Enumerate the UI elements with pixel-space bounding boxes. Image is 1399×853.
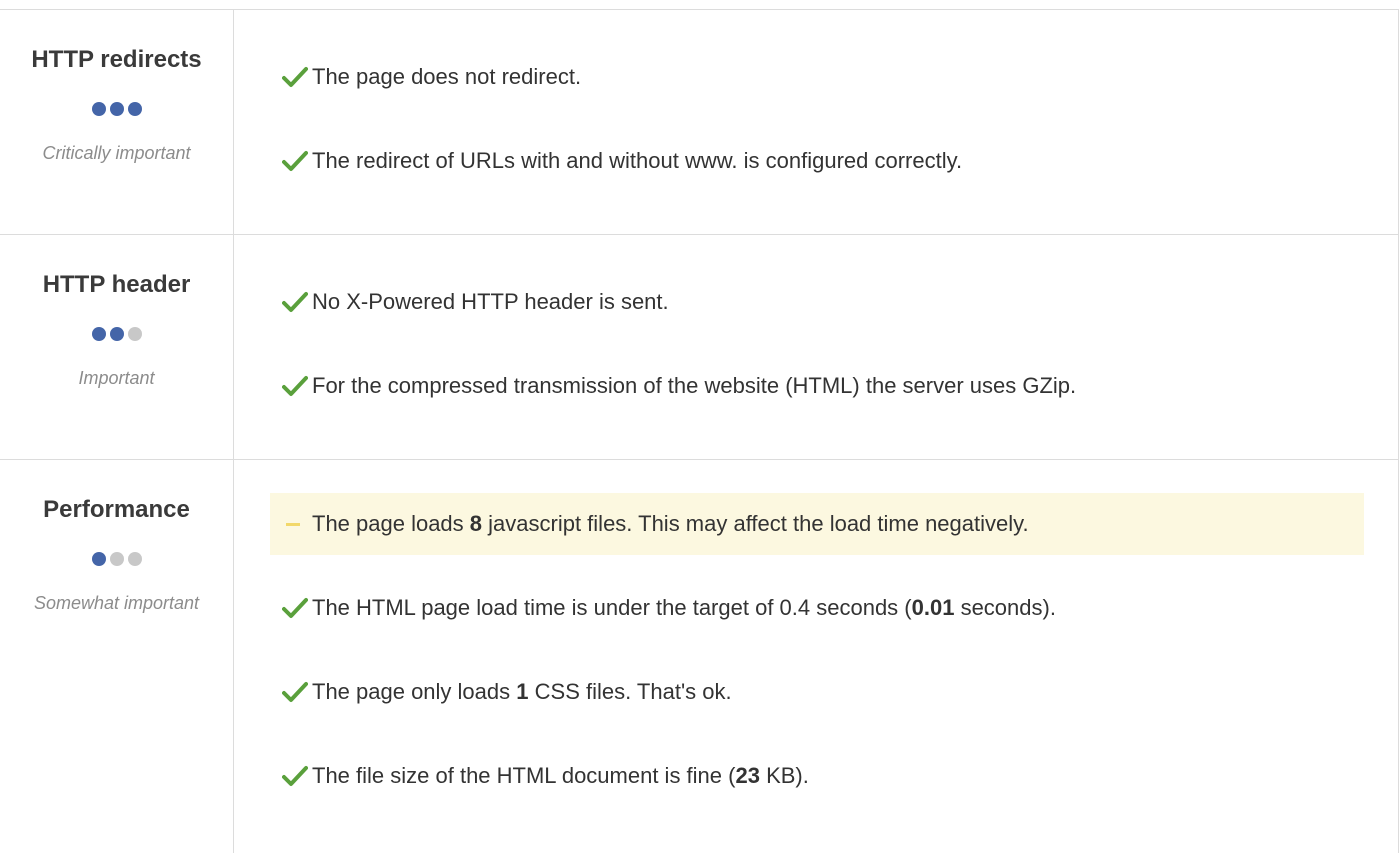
checkmark-icon [282, 150, 312, 172]
check-result-item: No X-Powered HTTP header is sent. [270, 271, 669, 333]
importance-dot-icon [91, 102, 106, 116]
category-panel: HTTP header Important [0, 235, 234, 460]
warning-dash-icon [282, 522, 312, 526]
importance-label: Critically important [42, 143, 191, 163]
category-title: HTTP redirects [31, 46, 202, 73]
check-result-item: The redirect of URLs with and without ww… [270, 130, 962, 192]
section-http-header: HTTP header Important No X-Powered HTTP … [0, 234, 1399, 460]
check-result-item: The HTML page load time is under the tar… [270, 577, 1056, 639]
importance-dot-icon [127, 102, 142, 116]
importance-label: Somewhat important [33, 593, 200, 613]
checkmark-icon [282, 681, 312, 703]
check-result-text: The page loads 8 javascript files. This … [312, 511, 1029, 536]
importance-dots [0, 327, 233, 341]
check-result-text: For the compressed transmission of the w… [312, 373, 1077, 398]
checkmark-icon [282, 765, 312, 787]
check-result-text: The file size of the HTML document is fi… [312, 763, 809, 788]
section-http-redirects: HTTP redirects Critically important The … [0, 9, 1399, 235]
check-result-text: The page only loads 1 CSS files. That's … [312, 679, 732, 704]
check-result-item: The page does not redirect. [270, 46, 581, 108]
category-panel: Performance Somewhat important [0, 460, 234, 853]
check-result-text: The redirect of URLs with and without ww… [312, 148, 963, 173]
importance-dot-icon [127, 552, 142, 566]
checkmark-icon [282, 375, 312, 397]
check-result-text: No X-Powered HTTP header is sent. [312, 289, 669, 314]
importance-dot-icon [91, 327, 106, 341]
importance-dots [0, 102, 233, 116]
highlight-value: 23 [735, 763, 760, 788]
importance-dot-icon [91, 552, 106, 566]
importance-dot-icon [109, 552, 124, 566]
checkmark-icon [282, 291, 312, 313]
category-title: HTTP header [42, 271, 191, 298]
checkmark-icon [282, 66, 312, 88]
highlight-value: 8 [469, 511, 483, 536]
category-panel: HTTP redirects Critically important [0, 10, 234, 235]
check-result-item: The file size of the HTML document is fi… [270, 745, 809, 807]
importance-label: Important [78, 368, 155, 388]
check-result-item: The page only loads 1 CSS files. That's … [270, 661, 732, 723]
importance-dot-icon [109, 102, 124, 116]
highlight-value: 0.01 [911, 595, 955, 620]
warning-result-item: The page loads 8 javascript files. This … [270, 493, 1364, 555]
importance-dots [0, 552, 233, 566]
section-performance: Performance Somewhat important The page … [0, 459, 1399, 853]
category-title: Performance [43, 496, 190, 523]
check-result-item: For the compressed transmission of the w… [270, 355, 1076, 417]
importance-dot-icon [109, 327, 124, 341]
importance-dot-icon [127, 327, 142, 341]
highlight-value: 1 [516, 679, 529, 704]
checkmark-icon [282, 597, 312, 619]
check-result-text: The page does not redirect. [312, 64, 582, 89]
check-result-text: The HTML page load time is under the tar… [312, 595, 1056, 620]
